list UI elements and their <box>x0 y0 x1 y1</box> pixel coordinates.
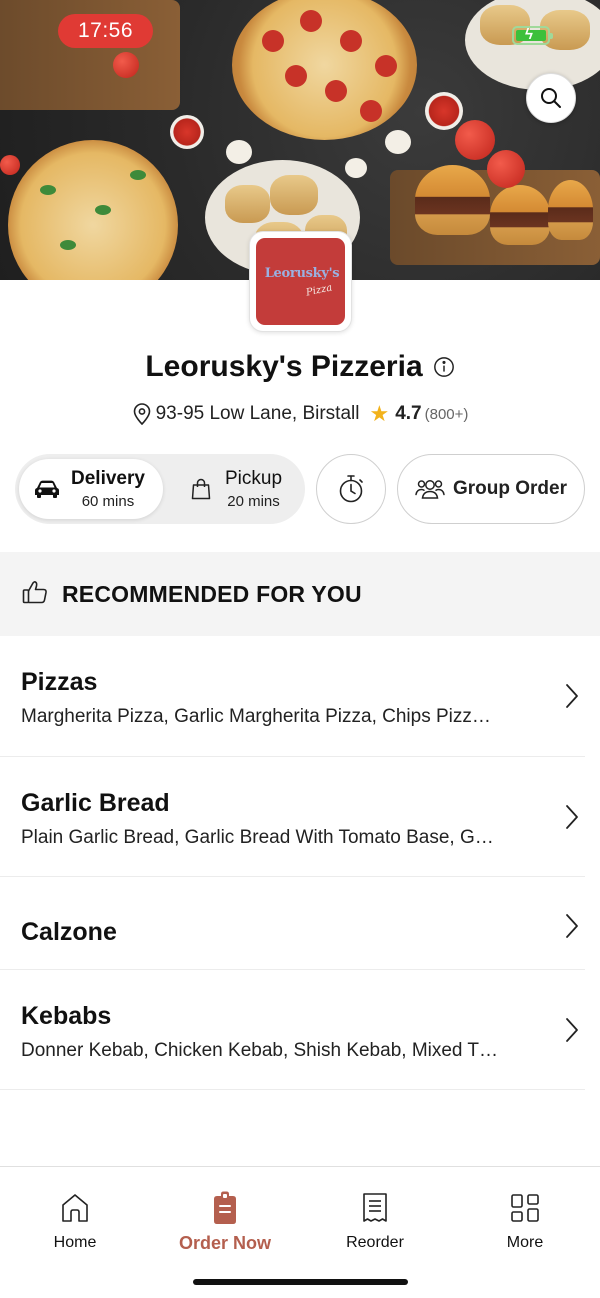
category-description: Margherita Pizza, Garlic Margherita Pizz… <box>21 706 491 727</box>
category-description: Donner Kebab, Chicken Kebab, Shish Kebab… <box>21 1040 499 1061</box>
category-row-kebabs[interactable]: Kebabs Donner Kebab, Chicken Kebab, Shis… <box>0 970 585 1090</box>
recommended-header: RECOMMENDED FOR YOU <box>0 552 600 636</box>
status-time: 17:56 <box>58 14 153 48</box>
tab-label: Reorder <box>346 1234 404 1251</box>
schedule-button[interactable] <box>316 454 386 524</box>
tab-label: Home <box>53 1234 97 1251</box>
info-icon[interactable] <box>433 356 455 378</box>
pickup-time: 20 mins <box>227 493 280 510</box>
chevron-right-icon <box>566 805 578 829</box>
location-pin-icon <box>133 403 150 425</box>
car-icon <box>35 480 59 498</box>
thumbs-up-icon <box>22 580 47 603</box>
category-name: Garlic Bread <box>21 789 170 817</box>
group-order-label: Group Order <box>452 478 567 499</box>
category-list: Pizzas Margherita Pizza, Garlic Margheri… <box>0 636 600 1090</box>
restaurant-meta: 93-95 Low Lane, Birstall ★ 4.7 (800+) <box>0 401 600 427</box>
logo-subtext: Pizza <box>305 282 334 299</box>
category-name: Kebabs <box>21 1002 112 1030</box>
stopwatch-icon <box>339 475 363 503</box>
category-row-garlic-bread[interactable]: Garlic Bread Plain Garlic Bread, Garlic … <box>0 757 585 877</box>
tab-home[interactable]: Home <box>15 1191 135 1252</box>
delivery-time: 60 mins <box>81 493 135 510</box>
pickup-label: Pickup <box>225 468 283 489</box>
pickup-option[interactable]: Pickup 20 mins <box>175 459 301 519</box>
category-name: Calzone <box>21 918 117 946</box>
rating-value: 4.7 <box>395 403 422 424</box>
chevron-right-icon <box>566 1018 578 1042</box>
order-bag-icon <box>214 1191 236 1224</box>
tab-label: More <box>506 1234 544 1251</box>
grid-icon <box>511 1194 539 1222</box>
battery-icon: ϟ <box>512 26 553 45</box>
tab-reorder[interactable]: Reorder <box>315 1191 435 1252</box>
delivery-option[interactable]: Delivery 60 mins <box>19 459 163 519</box>
recommended-label: RECOMMENDED FOR YOU <box>62 580 362 607</box>
tab-label: Order Now <box>178 1233 271 1253</box>
search-button[interactable] <box>526 73 576 123</box>
home-icon <box>62 1194 88 1222</box>
tab-more[interactable]: More <box>465 1191 585 1252</box>
order-mode-toggle: Delivery 60 mins Pickup 20 mins <box>15 454 305 524</box>
category-row-calzone[interactable]: Calzone <box>0 877 585 970</box>
restaurant-name: Leorusky's Pizzeria <box>145 350 423 383</box>
home-indicator[interactable] <box>193 1279 408 1285</box>
chevron-right-icon <box>566 684 578 708</box>
group-users-icon <box>415 480 445 499</box>
delivery-label: Delivery <box>71 468 145 489</box>
search-icon <box>541 88 561 108</box>
shopping-bag-icon <box>191 478 211 500</box>
receipt-icon <box>363 1193 387 1222</box>
restaurant-address: 93-95 Low Lane, Birstall <box>155 403 360 424</box>
category-description: Plain Garlic Bread, Garlic Bread With To… <box>21 827 494 848</box>
category-row-pizzas[interactable]: Pizzas Margherita Pizza, Garlic Margheri… <box>0 636 585 757</box>
restaurant-logo: Leorusky's Pizza <box>249 231 352 332</box>
group-order-button[interactable]: Group Order <box>397 454 585 524</box>
chevron-right-icon <box>566 914 578 938</box>
rating-count: (800+) <box>424 405 469 423</box>
category-name: Pizzas <box>21 668 98 696</box>
tab-order-now[interactable]: Order Now <box>165 1191 285 1254</box>
star-icon: ★ <box>369 401 390 426</box>
logo-text: Leorusky's <box>264 266 340 281</box>
